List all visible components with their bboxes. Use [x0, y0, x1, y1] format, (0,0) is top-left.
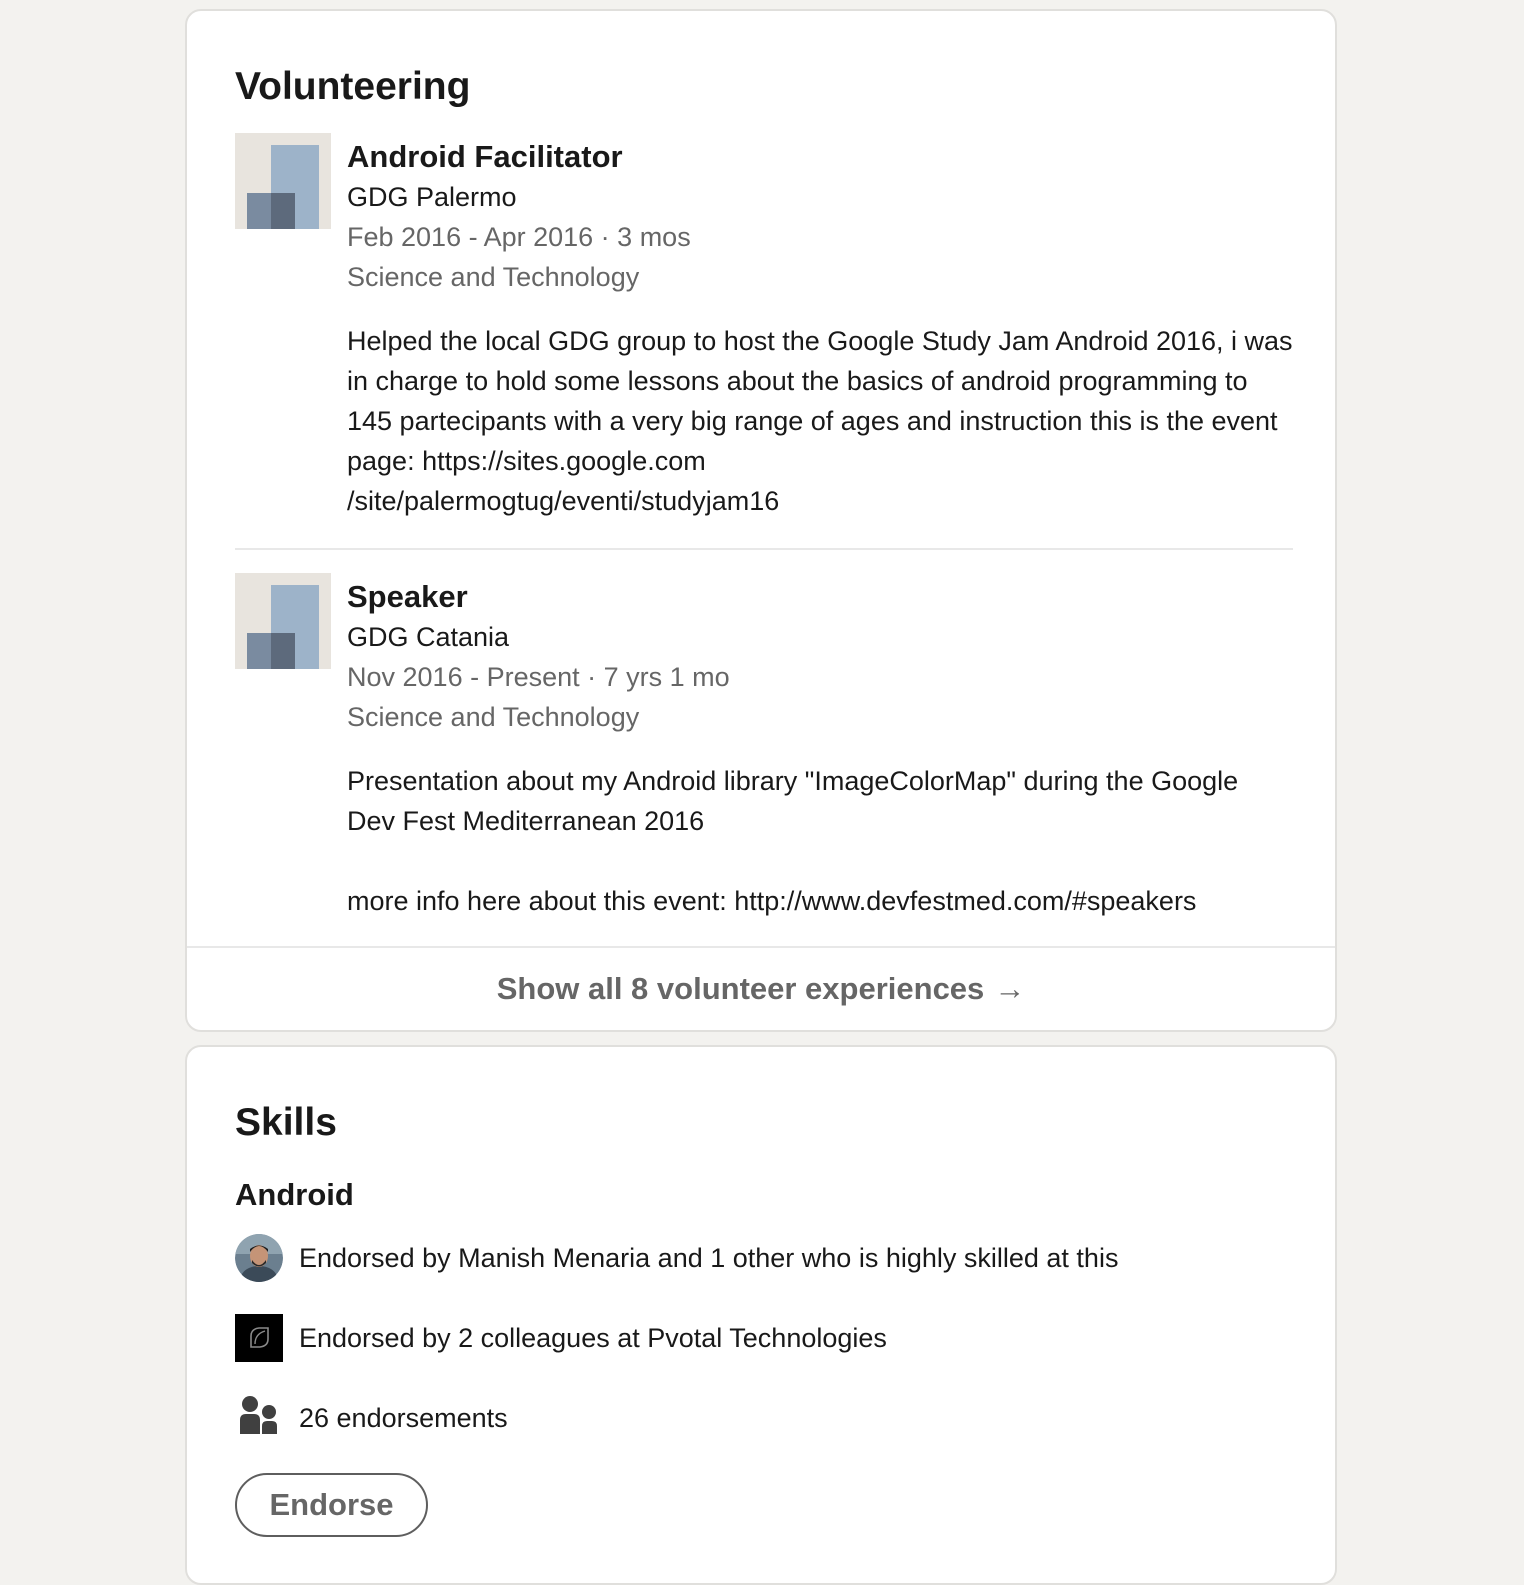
volunteer-item-details: Speaker GDG Catania Nov 2016 - Present ·…: [347, 573, 1293, 921]
skills-title: Skills: [235, 1101, 337, 1144]
volunteer-organization: GDG Palermo: [347, 182, 517, 212]
volunteer-organization: GDG Catania: [347, 622, 510, 652]
organization-logo-placeholder-icon[interactable]: [235, 573, 331, 669]
volunteer-description: Presentation about my Android library "I…: [347, 766, 1239, 916]
skills-card: Skills Android Endorsed by Manish Menari…: [185, 1045, 1337, 1585]
company-logo-icon[interactable]: [235, 1314, 283, 1362]
item-divider: [235, 548, 1293, 550]
volunteer-cause: Science and Technology: [347, 702, 640, 732]
volunteer-dates: Nov 2016 - Present · 7 yrs 1 mo: [347, 662, 730, 692]
volunteering-card: Volunteering Android Facilitator GDG Pal…: [185, 9, 1337, 1032]
people-icon: [235, 1394, 283, 1442]
volunteer-dates: Feb 2016 - Apr 2016 · 3 mos: [347, 222, 691, 252]
endorsement-row: 26 endorsements: [235, 1394, 508, 1442]
volunteer-cause: Science and Technology: [347, 262, 640, 292]
volunteer-role[interactable]: Android Facilitator: [347, 137, 1293, 177]
endorse-button[interactable]: Endorse: [235, 1473, 428, 1537]
volunteer-item: Android Facilitator GDG Palermo Feb 2016…: [235, 133, 1293, 528]
arrow-right-icon: →: [994, 971, 1026, 1006]
endorsement-text: Endorsed by Manish Menaria and 1 other w…: [299, 1243, 1119, 1273]
endorsement-row: Endorsed by 2 colleagues at Pvotal Techn…: [235, 1314, 887, 1362]
organization-logo-placeholder-icon[interactable]: [235, 133, 331, 229]
skill-name[interactable]: Android: [235, 1175, 354, 1215]
volunteer-description: Helped the local GDG group to host the G…: [347, 326, 1293, 516]
show-all-label: Show all 8 volunteer experiences: [496, 971, 985, 1006]
volunteer-role[interactable]: Speaker: [347, 577, 1293, 617]
avatar[interactable]: [235, 1234, 283, 1282]
endorsement-row: Endorsed by Manish Menaria and 1 other w…: [235, 1234, 1118, 1282]
volunteer-item: Speaker GDG Catania Nov 2016 - Present ·…: [235, 573, 1293, 933]
volunteer-item-details: Android Facilitator GDG Palermo Feb 2016…: [347, 133, 1293, 521]
volunteering-title: Volunteering: [235, 65, 471, 108]
show-all-volunteer-experiences-link[interactable]: Show all 8 volunteer experiences →: [187, 946, 1335, 1030]
endorsement-count: 26 endorsements: [299, 1403, 508, 1433]
endorsement-text: Endorsed by 2 colleagues at Pvotal Techn…: [299, 1323, 887, 1353]
